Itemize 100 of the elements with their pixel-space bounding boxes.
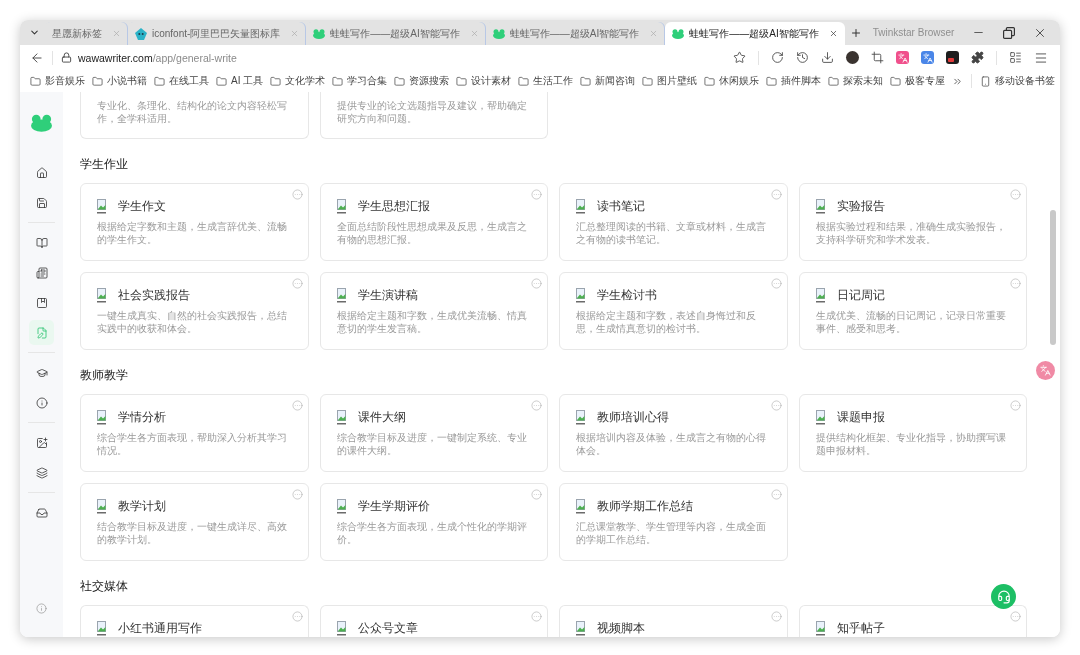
tool-card[interactable]: 学生作文 根据给定字数和主题，生成言辞优美、流畅的学生作文。	[80, 183, 309, 261]
tool-card[interactable]: 教学计划 结合教学目标及进度，一键生成详尽、高效的教学计划。	[80, 483, 309, 561]
browser-tab[interactable]: 蛙蛙写作——超级AI智能写作	[485, 22, 666, 45]
puzzle-icon[interactable]	[971, 51, 984, 64]
more-icon[interactable]	[770, 611, 782, 622]
more-icon[interactable]	[1010, 611, 1021, 622]
broken-image-icon	[576, 620, 586, 636]
more-icon[interactable]	[531, 189, 542, 200]
download-icon[interactable]	[821, 51, 834, 64]
bookmark-folder[interactable]: 极客专屋	[890, 74, 946, 88]
tool-card[interactable]: 学生思想汇报 全面总结阶段性思想成果及反思，生成言之有物的思想汇报。	[319, 183, 548, 261]
more-icon[interactable]	[291, 489, 303, 500]
card-title: 视频脚本	[597, 620, 645, 636]
tool-card[interactable]: 公众号文章	[319, 605, 548, 637]
restore-icon[interactable]	[1003, 26, 1015, 39]
bookmark-folder[interactable]: 文化学术	[270, 74, 326, 88]
folder-icon	[704, 75, 716, 87]
card-description: 根据给定主题和字数，生成优美流畅、情真意切的学生发言稿。	[336, 309, 528, 335]
more-icon[interactable]	[531, 489, 542, 500]
browser-tab[interactable]: 蛙蛙写作——超级AI智能写作	[306, 22, 486, 45]
broken-image-icon	[815, 287, 826, 303]
card-description: 生成优美、流畅的日记周记，记录日常重要事件、感受和思考。	[815, 309, 1007, 335]
address-field[interactable]: wawawriter.com/app/general-write	[78, 48, 237, 67]
card-description: 综合学生各方面表现，帮助深入分析其学习情况。	[97, 431, 288, 457]
more-icon[interactable]	[531, 400, 542, 411]
browser-tab[interactable]: 蛙蛙写作——超级AI智能写作	[665, 22, 845, 45]
folder-icon	[270, 75, 282, 87]
folder-icon	[216, 75, 227, 87]
card-title: 读书笔记	[597, 198, 645, 214]
translate-icon[interactable]	[921, 51, 934, 64]
tool-card[interactable]: 知乎帖子	[798, 605, 1027, 637]
broken-image-icon	[336, 287, 347, 303]
more-icon[interactable]	[291, 278, 303, 289]
translate-icon[interactable]	[896, 51, 909, 64]
tool-card[interactable]: 小红书通用写作	[80, 605, 309, 637]
more-icon[interactable]	[1010, 189, 1021, 200]
more-icon[interactable]	[770, 400, 782, 411]
star-icon[interactable]	[733, 51, 746, 64]
tool-card[interactable]: 社会实践报告 一键生成真实、自然的社会实践报告，总结实践中的收获和体会。	[80, 272, 309, 350]
tool-card[interactable]: 学生学期评价 综合学生各方面表现，生成个性化的学期评价。	[319, 483, 548, 561]
broken-image-icon	[576, 498, 586, 514]
reload-icon[interactable]	[771, 51, 784, 64]
more-icon[interactable]	[770, 278, 782, 289]
folder-icon	[642, 75, 654, 87]
bookmark-folder[interactable]: 影音娱乐	[30, 74, 85, 88]
crop-icon[interactable]	[871, 51, 884, 64]
bookmark-folder[interactable]: 在线工具	[154, 74, 209, 88]
tool-card[interactable]: 课题申报 提供结构化框架、专业化指导，协助撰写课题申报材料。	[798, 394, 1027, 472]
more-icon[interactable]	[291, 400, 303, 411]
bookmark-folder[interactable]: 资源搜索	[394, 74, 450, 88]
tool-card[interactable]: 学生检讨书 根据给定主题和字数，表述自身悔过和反思，生成情真意切的检讨书。	[559, 272, 788, 350]
reader-icon[interactable]	[1009, 51, 1022, 64]
bookmark-folder[interactable]: 学习合集	[332, 74, 388, 88]
scrollbar-thumb[interactable]	[1050, 210, 1056, 345]
more-icon[interactable]	[291, 611, 303, 622]
history-icon[interactable]	[796, 51, 809, 64]
tool-card[interactable]: 学情分析 综合学生各方面表现，帮助深入分析其学习情况。	[80, 394, 309, 472]
card-title: 课题申报	[836, 409, 885, 425]
tool-card[interactable]: 读书笔记 汇总整理阅读的书籍、文章或材料，生成言之有物的读书笔记。	[559, 183, 788, 261]
more-icon[interactable]	[291, 189, 303, 200]
card-description: 提供专业的论文选题指导及建议，帮助确定研究方向和问题。	[336, 99, 528, 125]
card-title: 学生演讲稿	[357, 287, 418, 303]
bookmark-folder[interactable]: AI 工具	[216, 74, 264, 88]
more-icon[interactable]	[531, 611, 542, 622]
bookmark-folder[interactable]: 图片壁纸	[642, 74, 698, 88]
bookmark-folder[interactable]: 休闲娱乐	[704, 74, 760, 88]
extension-icon[interactable]	[946, 51, 959, 64]
more-icon[interactable]	[531, 278, 542, 289]
more-icon[interactable]	[1010, 400, 1021, 411]
folder-icon	[332, 75, 344, 87]
bookmark-folder[interactable]: 新闻咨询	[580, 74, 636, 88]
more-icon[interactable]	[770, 489, 782, 500]
folder-icon	[456, 75, 468, 87]
close-icon[interactable]	[828, 29, 838, 38]
broken-image-icon	[576, 198, 586, 214]
plus-icon[interactable]	[849, 26, 862, 39]
bookmark-folder[interactable]: 小说书籍	[92, 74, 147, 88]
tool-card[interactable]: 日记周记 生成优美、流畅的日记周记，记录日常重要事件、感受和思考。	[798, 272, 1027, 350]
caret-icon[interactable]	[28, 27, 40, 38]
mobile-bookmarks[interactable]: 移动设备书签	[980, 74, 1056, 88]
folder-icon	[394, 75, 406, 87]
bookmark-folder[interactable]: 插件脚本	[766, 74, 822, 88]
info-icon[interactable]	[36, 603, 47, 614]
more-icon[interactable]	[770, 189, 782, 200]
tool-card[interactable]: 学生演讲稿 根据给定主题和字数，生成优美流畅、情真意切的学生发言稿。	[319, 272, 548, 350]
bookmark-folder[interactable]: 生活工作	[518, 74, 574, 88]
browser-tab[interactable]: 星愿新标签	[45, 22, 128, 45]
tool-card[interactable]: 教师培训心得 根据培训内容及体验，生成言之有物的心得体会。	[559, 394, 788, 472]
more-icon[interactable]	[1010, 278, 1021, 289]
card-title: 社会实践报告	[118, 287, 190, 303]
tool-card[interactable]: 视频脚本	[559, 605, 788, 637]
back-icon[interactable]	[30, 50, 44, 65]
menu-icon[interactable]	[1034, 50, 1048, 65]
tool-card[interactable]: 实验报告 根据实验过程和结果，准确生成实验报告，支持科学研究和学术发表。	[798, 183, 1027, 261]
tool-card[interactable]: 教师学期工作总结 汇总课堂教学、学生管理等内容，生成全面的学期工作总结。	[559, 483, 788, 561]
avatar-icon[interactable]	[846, 51, 859, 64]
bookmark-folder[interactable]: 设计素材	[456, 74, 512, 88]
bookmark-folder[interactable]: 探索未知	[828, 74, 884, 88]
browser-tab[interactable]: iconfont-阿里巴巴矢量图标库	[128, 22, 307, 45]
lock-icon[interactable]	[61, 52, 72, 63]
